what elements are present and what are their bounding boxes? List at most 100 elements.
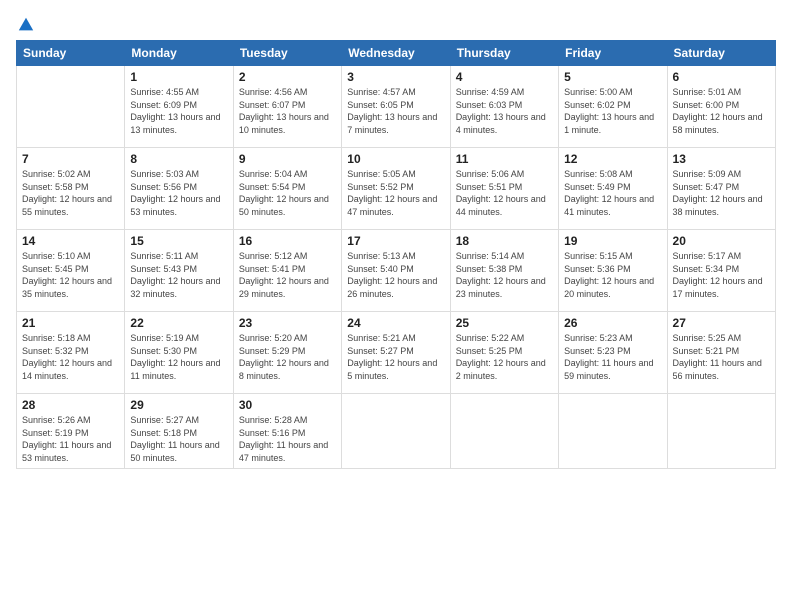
calendar-cell: 30 Sunrise: 5:28 AMSunset: 5:16 PMDayligh… — [233, 394, 341, 469]
day-number: 29 — [130, 398, 227, 412]
calendar-cell: 11 Sunrise: 5:06 AMSunset: 5:51 PMDayligh… — [450, 148, 558, 230]
calendar-cell — [450, 394, 558, 469]
day-info: Sunrise: 5:11 AMSunset: 5:43 PMDaylight:… — [130, 250, 227, 300]
calendar-cell: 24Sunrise: 5:21 AMSunset: 5:27 PMDayligh… — [342, 312, 450, 394]
day-number: 16 — [239, 234, 336, 248]
calendar-cell: 2 Sunrise: 4:56 AMSunset: 6:07 PMDaylight… — [233, 66, 341, 148]
calendar-cell: 14 Sunrise: 5:10 AMSunset: 5:45 PMDayligh… — [17, 230, 125, 312]
day-info: Sunrise: 4:55 AMSunset: 6:09 PMDaylight:… — [130, 86, 227, 136]
day-info: Sunrise: 5:13 AMSunset: 5:40 PMDaylight:… — [347, 250, 444, 300]
calendar-cell: 20 Sunrise: 5:17 AMSunset: 5:34 PMDayligh… — [667, 230, 775, 312]
col-header-saturday: Saturday — [667, 41, 775, 66]
day-info: Sunrise: 5:08 AMSunset: 5:49 PMDaylight:… — [564, 168, 661, 218]
day-info: Sunrise: 5:23 AMSunset: 5:23 PMDaylight:… — [564, 332, 661, 382]
col-header-monday: Monday — [125, 41, 233, 66]
day-info: Sunrise: 4:56 AMSunset: 6:07 PMDaylight:… — [239, 86, 336, 136]
calendar-cell: 7 Sunrise: 5:02 AMSunset: 5:58 PMDaylight… — [17, 148, 125, 230]
day-info: Sunrise: 4:59 AMSunset: 6:03 PMDaylight:… — [456, 86, 553, 136]
day-number: 14 — [22, 234, 119, 248]
day-info: Sunrise: 5:09 AMSunset: 5:47 PMDaylight:… — [673, 168, 770, 218]
day-info: Sunrise: 5:05 AMSunset: 5:52 PMDaylight:… — [347, 168, 444, 218]
day-info: Sunrise: 5:28 AMSunset: 5:16 PMDaylight:… — [239, 414, 336, 464]
day-info: Sunrise: 5:27 AMSunset: 5:18 PMDaylight:… — [130, 414, 227, 464]
day-info: Sunrise: 5:18 AMSunset: 5:32 PMDaylight:… — [22, 332, 119, 382]
day-info: Sunrise: 5:26 AMSunset: 5:19 PMDaylight:… — [22, 414, 119, 464]
calendar-cell: 18 Sunrise: 5:14 AMSunset: 5:38 PMDayligh… — [450, 230, 558, 312]
calendar-cell: 15 Sunrise: 5:11 AMSunset: 5:43 PMDayligh… — [125, 230, 233, 312]
day-info: Sunrise: 5:20 AMSunset: 5:29 PMDaylight:… — [239, 332, 336, 382]
calendar-cell: 8Sunrise: 5:03 AMSunset: 5:56 PMDaylight… — [125, 148, 233, 230]
day-number: 15 — [130, 234, 227, 248]
col-header-tuesday: Tuesday — [233, 41, 341, 66]
calendar-cell: 17 Sunrise: 5:13 AMSunset: 5:40 PMDayligh… — [342, 230, 450, 312]
day-info: Sunrise: 5:01 AMSunset: 6:00 PMDaylight:… — [673, 86, 770, 136]
day-number: 2 — [239, 70, 336, 84]
day-info: Sunrise: 5:02 AMSunset: 5:58 PMDaylight:… — [22, 168, 119, 218]
day-number: 18 — [456, 234, 553, 248]
day-info: Sunrise: 5:19 AMSunset: 5:30 PMDaylight:… — [130, 332, 227, 382]
day-info: Sunrise: 5:00 AMSunset: 6:02 PMDaylight:… — [564, 86, 661, 136]
day-number: 12 — [564, 152, 661, 166]
calendar-cell: 23 Sunrise: 5:20 AMSunset: 5:29 PMDayligh… — [233, 312, 341, 394]
logo — [16, 16, 35, 30]
day-number: 30 — [239, 398, 336, 412]
day-number: 10 — [347, 152, 444, 166]
day-info: Sunrise: 5:04 AMSunset: 5:54 PMDaylight:… — [239, 168, 336, 218]
calendar-cell — [342, 394, 450, 469]
day-info: Sunrise: 5:14 AMSunset: 5:38 PMDaylight:… — [456, 250, 553, 300]
calendar-week-3: 14 Sunrise: 5:10 AMSunset: 5:45 PMDayligh… — [17, 230, 776, 312]
calendar-week-2: 7 Sunrise: 5:02 AMSunset: 5:58 PMDaylight… — [17, 148, 776, 230]
calendar-cell: 10 Sunrise: 5:05 AMSunset: 5:52 PMDayligh… — [342, 148, 450, 230]
calendar-table: SundayMondayTuesdayWednesdayThursdayFrid… — [16, 40, 776, 469]
day-info: Sunrise: 5:21 AMSunset: 5:27 PMDaylight:… — [347, 332, 444, 382]
calendar-header-row: SundayMondayTuesdayWednesdayThursdayFrid… — [17, 41, 776, 66]
calendar-cell: 1 Sunrise: 4:55 AMSunset: 6:09 PMDaylight… — [125, 66, 233, 148]
calendar-cell: 9 Sunrise: 5:04 AMSunset: 5:54 PMDaylight… — [233, 148, 341, 230]
day-number: 9 — [239, 152, 336, 166]
page-header — [16, 16, 776, 30]
day-number: 19 — [564, 234, 661, 248]
col-header-friday: Friday — [559, 41, 667, 66]
calendar-cell — [17, 66, 125, 148]
day-info: Sunrise: 5:22 AMSunset: 5:25 PMDaylight:… — [456, 332, 553, 382]
logo-icon — [17, 16, 35, 34]
calendar-cell: 4 Sunrise: 4:59 AMSunset: 6:03 PMDaylight… — [450, 66, 558, 148]
calendar-cell: 3 Sunrise: 4:57 AMSunset: 6:05 PMDaylight… — [342, 66, 450, 148]
calendar-cell: 28 Sunrise: 5:26 AMSunset: 5:19 PMDayligh… — [17, 394, 125, 469]
col-header-thursday: Thursday — [450, 41, 558, 66]
calendar-cell: 5Sunrise: 5:00 AMSunset: 6:02 PMDaylight… — [559, 66, 667, 148]
day-number: 13 — [673, 152, 770, 166]
col-header-sunday: Sunday — [17, 41, 125, 66]
calendar-cell — [667, 394, 775, 469]
calendar-cell: 22 Sunrise: 5:19 AMSunset: 5:30 PMDayligh… — [125, 312, 233, 394]
calendar-cell: 29 Sunrise: 5:27 AMSunset: 5:18 PMDayligh… — [125, 394, 233, 469]
calendar-cell: 21 Sunrise: 5:18 AMSunset: 5:32 PMDayligh… — [17, 312, 125, 394]
calendar-week-4: 21 Sunrise: 5:18 AMSunset: 5:32 PMDayligh… — [17, 312, 776, 394]
calendar-cell: 12 Sunrise: 5:08 AMSunset: 5:49 PMDayligh… — [559, 148, 667, 230]
col-header-wednesday: Wednesday — [342, 41, 450, 66]
calendar-cell — [559, 394, 667, 469]
day-info: Sunrise: 5:06 AMSunset: 5:51 PMDaylight:… — [456, 168, 553, 218]
day-number: 17 — [347, 234, 444, 248]
day-number: 28 — [22, 398, 119, 412]
day-number: 7 — [22, 152, 119, 166]
day-info: Sunrise: 5:03 AMSunset: 5:56 PMDaylight:… — [130, 168, 227, 218]
calendar-cell: 25Sunrise: 5:22 AMSunset: 5:25 PMDayligh… — [450, 312, 558, 394]
day-number: 23 — [239, 316, 336, 330]
day-number: 6 — [673, 70, 770, 84]
day-info: Sunrise: 4:57 AMSunset: 6:05 PMDaylight:… — [347, 86, 444, 136]
calendar-cell: 19Sunrise: 5:15 AMSunset: 5:36 PMDayligh… — [559, 230, 667, 312]
day-number: 20 — [673, 234, 770, 248]
calendar-week-5: 28 Sunrise: 5:26 AMSunset: 5:19 PMDayligh… — [17, 394, 776, 469]
day-info: Sunrise: 5:10 AMSunset: 5:45 PMDaylight:… — [22, 250, 119, 300]
day-number: 11 — [456, 152, 553, 166]
day-number: 26 — [564, 316, 661, 330]
day-info: Sunrise: 5:17 AMSunset: 5:34 PMDaylight:… — [673, 250, 770, 300]
calendar-week-1: 1 Sunrise: 4:55 AMSunset: 6:09 PMDaylight… — [17, 66, 776, 148]
day-number: 21 — [22, 316, 119, 330]
day-number: 22 — [130, 316, 227, 330]
calendar-cell: 27Sunrise: 5:25 AMSunset: 5:21 PMDayligh… — [667, 312, 775, 394]
day-number: 4 — [456, 70, 553, 84]
day-number: 3 — [347, 70, 444, 84]
day-number: 1 — [130, 70, 227, 84]
